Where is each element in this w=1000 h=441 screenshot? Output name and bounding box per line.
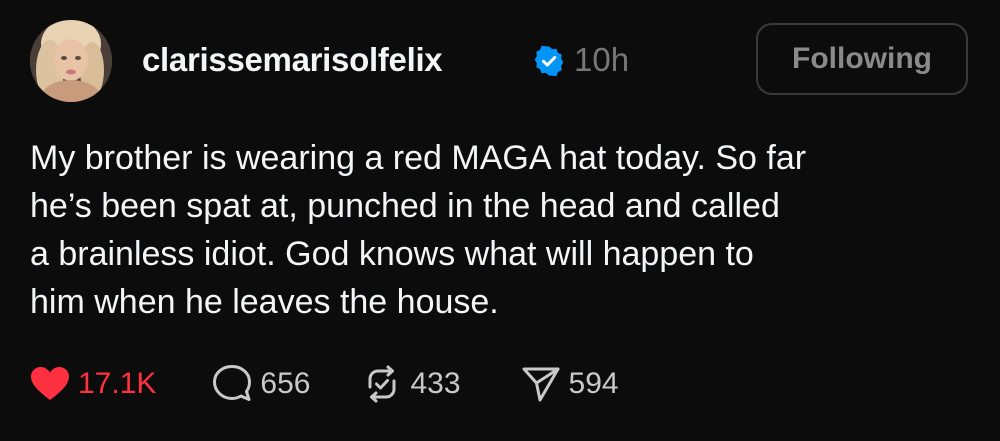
avatar-photo-icon	[30, 20, 112, 102]
following-button[interactable]: Following	[756, 23, 968, 95]
thread-post: clarissemarisolfelix 10h Following My br…	[0, 0, 1000, 441]
reply-button[interactable]: 656	[212, 362, 310, 406]
repost-icon	[368, 365, 396, 403]
share-count: 594	[568, 367, 619, 400]
user-avatar[interactable]	[30, 20, 112, 102]
speech-bubble-icon	[213, 365, 252, 401]
repost-count: 433	[410, 367, 461, 400]
repost-button[interactable]: 433	[362, 362, 461, 406]
reply-count: 656	[260, 367, 311, 400]
paper-plane-icon	[522, 367, 560, 402]
username[interactable]: clarissemarisolfelix	[142, 40, 443, 80]
like-button[interactable]: 17.1K	[30, 362, 156, 406]
heart-filled-icon	[31, 367, 69, 400]
post-actions: 17.1K 656 433 594	[30, 362, 619, 406]
post-text: My brother is wearing a red MAGA hat tod…	[30, 139, 807, 321]
share-button[interactable]: 594	[521, 362, 619, 406]
post-timestamp: 10h	[574, 41, 630, 78]
like-count: 17.1K	[78, 367, 157, 400]
verified-badge-icon	[534, 45, 564, 77]
